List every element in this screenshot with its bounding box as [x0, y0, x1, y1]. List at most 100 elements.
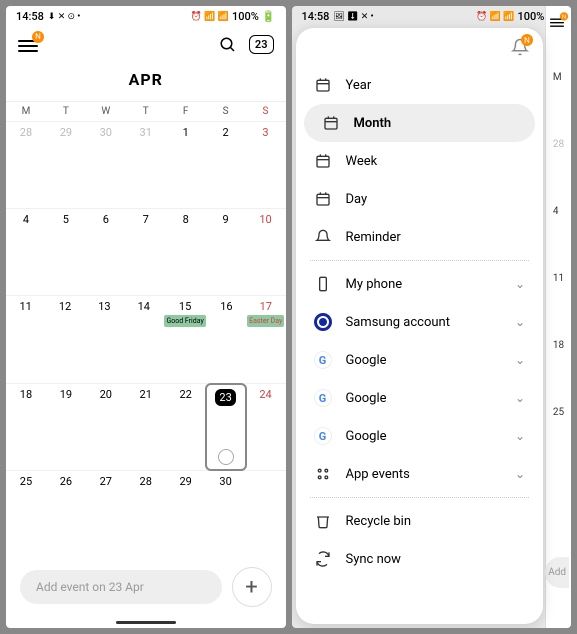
day-cell[interactable]: 14	[124, 296, 163, 382]
status-time: 14:58	[302, 10, 330, 23]
day-cell[interactable]: 13	[85, 296, 124, 382]
phone-icon	[314, 275, 332, 293]
day-cell[interactable]: 6	[86, 209, 126, 295]
day-cell[interactable]: 7	[126, 209, 166, 295]
event-chip[interactable]: Good Friday	[164, 315, 205, 327]
notification-badge: N	[560, 12, 568, 20]
home-indicator[interactable]	[116, 621, 176, 624]
app-header: N 23	[6, 27, 286, 62]
day-cell[interactable]: 27	[86, 471, 126, 557]
strip-day: M	[553, 72, 564, 83]
day-cell[interactable]: 20	[86, 384, 126, 470]
weekday-header: M	[6, 102, 46, 121]
menu-item-recycle-bin[interactable]: Recycle bin	[296, 502, 544, 540]
menu-item-app-events[interactable]: App events⌄	[296, 455, 544, 493]
strip-day: 25	[553, 407, 564, 418]
add-fab[interactable]: +	[232, 567, 272, 607]
year-icon	[314, 76, 332, 94]
day-cell[interactable]: 24	[246, 384, 286, 470]
day-cell[interactable]: 16	[207, 296, 246, 382]
menu-label: Google	[346, 429, 501, 444]
day-cell[interactable]	[246, 471, 286, 557]
day-cell[interactable]: 2	[206, 122, 246, 208]
calendar-grid: MTWTFSS 28293031123456789101112131415Goo…	[6, 101, 286, 557]
day-cell[interactable]: 4	[6, 209, 46, 295]
chevron-down-icon: ⌄	[515, 315, 525, 329]
status-time: 14:58	[16, 10, 44, 23]
day-cell[interactable]: 8	[166, 209, 206, 295]
notification-badge: N	[521, 34, 533, 46]
menu-item-sync-now[interactable]: Sync now	[296, 540, 544, 578]
day-cell[interactable]: 15Good Friday	[163, 296, 206, 382]
menu-label: Year	[346, 78, 526, 93]
day-cell[interactable]: 12	[45, 296, 84, 382]
samsung-icon	[314, 313, 332, 331]
day-cell[interactable]: 17Easter Day	[246, 296, 285, 382]
month-icon	[322, 114, 340, 132]
strip-day: 11	[553, 273, 564, 284]
menu-item-samsung-account[interactable]: Samsung account ⌄	[296, 303, 544, 341]
day-cell[interactable]: 19	[46, 384, 86, 470]
day-cell[interactable]: 11	[6, 296, 45, 382]
add-event-input[interactable]: Add event on 23 Apr	[20, 570, 222, 604]
menu-item-month[interactable]: Month	[304, 104, 536, 142]
weekday-header: S	[246, 102, 286, 121]
menu-icon[interactable]: N	[550, 16, 564, 27]
today-button[interactable]: 23	[249, 35, 274, 54]
menu-label: Recycle bin	[346, 514, 526, 529]
menu-item-google[interactable]: GGoogle⌄	[296, 341, 544, 379]
menu-item-google[interactable]: GGoogle⌄	[296, 417, 544, 455]
day-cell[interactable]: 10	[246, 209, 286, 295]
weekday-header: S	[206, 102, 246, 121]
menu-item-year[interactable]: Year	[296, 66, 544, 104]
menu-item-day[interactable]: Day	[296, 180, 544, 218]
bell-icon[interactable]: N	[511, 38, 529, 56]
menu-label: My phone	[346, 277, 501, 292]
menu-item-reminder[interactable]: Reminder	[296, 218, 544, 256]
day-cell[interactable]: 31	[126, 122, 166, 208]
strip-day: 4	[553, 206, 564, 217]
day-cell[interactable]: 30	[86, 122, 126, 208]
day-cell[interactable]: 23	[205, 383, 247, 471]
strip-day: 18	[553, 340, 564, 351]
day-cell[interactable]: 30	[206, 471, 246, 557]
menu-item-google[interactable]: G Google ⌄	[296, 379, 544, 417]
day-cell[interactable]: 28	[6, 122, 46, 208]
menu-label: Week	[346, 154, 526, 169]
menu-item-week[interactable]: Week	[296, 142, 544, 180]
event-chip[interactable]: Easter Day	[247, 315, 284, 327]
add-stub[interactable]: Add	[545, 557, 569, 588]
menu-label: Reminder	[346, 230, 526, 245]
menu-label: Samsung account	[346, 315, 501, 330]
weekday-header: T	[46, 102, 86, 121]
day-cell[interactable]: 9	[206, 209, 246, 295]
day-cell[interactable]: 29	[166, 471, 206, 557]
menu-icon[interactable]: N	[18, 37, 38, 53]
google-icon: G	[314, 351, 332, 369]
day-cell[interactable]: 18	[6, 384, 46, 470]
day-cell[interactable]: 5	[46, 209, 86, 295]
day-cell[interactable]: 29	[46, 122, 86, 208]
strip-day: 28	[553, 139, 564, 150]
menu-label: Day	[346, 192, 526, 207]
day-cell[interactable]: 25	[6, 471, 46, 557]
chevron-down-icon: ⌄	[515, 277, 525, 291]
day-cell[interactable]: 22	[166, 384, 206, 470]
reminder-icon	[314, 228, 332, 246]
menu-item-my-phone[interactable]: My phone ⌄	[296, 265, 544, 303]
smiley-icon[interactable]	[218, 449, 234, 465]
google-icon: G	[314, 389, 332, 407]
chevron-down-icon: ⌄	[515, 391, 525, 405]
day-cell[interactable]: 26	[46, 471, 86, 557]
search-icon[interactable]	[219, 36, 237, 54]
status-battery: 100%	[517, 10, 544, 23]
weekday-header: F	[166, 102, 206, 121]
drawer-panel: N YearMonthWeekDayReminderMy phone⌄Samsu…	[296, 28, 544, 624]
day-cell[interactable]: 3	[246, 122, 286, 208]
status-bar: 14:58🖼 ⬇ ✕ • ⏰ 📶 📶100%🔋	[292, 6, 572, 27]
day-cell[interactable]: 21	[126, 384, 166, 470]
menu-label: Google	[346, 391, 501, 406]
bottom-bar: Add event on 23 Apr +	[6, 557, 286, 617]
day-cell[interactable]: 1	[166, 122, 206, 208]
day-cell[interactable]: 28	[126, 471, 166, 557]
